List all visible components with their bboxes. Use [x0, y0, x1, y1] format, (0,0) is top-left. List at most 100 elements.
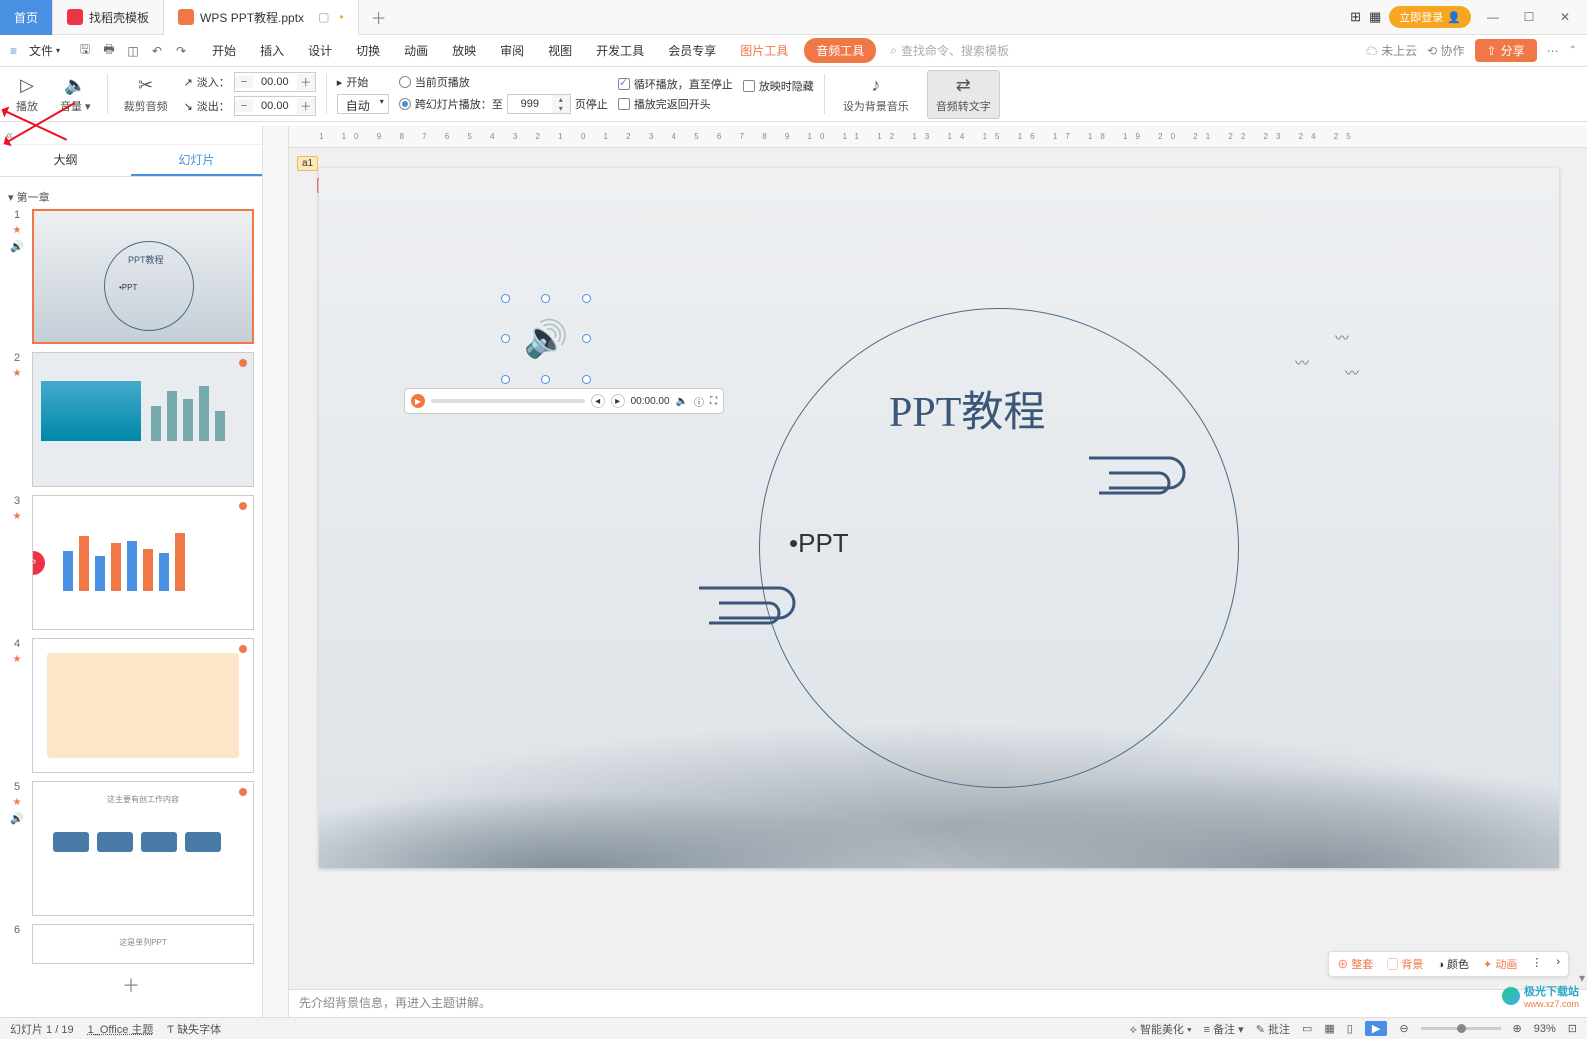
check-return[interactable]: 播放完返回开头 — [618, 96, 733, 112]
thumb-2[interactable] — [32, 352, 254, 487]
zoom-value[interactable]: 93% — [1534, 1023, 1556, 1035]
zoom-in-icon[interactable]: ⊕ — [1513, 1022, 1522, 1035]
left-tab-slides[interactable]: 幻灯片 — [131, 145, 262, 176]
ribbon-trim[interactable]: ✂裁剪音频 — [118, 75, 174, 114]
radio-current-page[interactable]: 当前页播放 — [399, 74, 608, 90]
menu-transition[interactable]: 切换 — [348, 38, 388, 63]
menu-review[interactable]: 审阅 — [492, 38, 532, 63]
thumb-4[interactable] — [32, 638, 254, 773]
float-suite[interactable]: ⊕ 整套 — [1337, 956, 1373, 972]
player-next-icon[interactable]: ▸ — [611, 394, 625, 408]
notes-pane[interactable]: 先介绍背景信息，再进入主题讲解。 — [289, 989, 1587, 1017]
audio-object[interactable]: 🔊 — [505, 298, 587, 380]
start-select[interactable]: 自动▾ — [337, 94, 389, 114]
qat-undo-icon[interactable]: ↶ — [148, 42, 166, 60]
close-button[interactable]: ✕ — [1551, 3, 1579, 31]
status-theme[interactable]: 1_Office 主题 — [88, 1021, 154, 1037]
ribbon-volume[interactable]: 🔈音量 ▾ — [54, 75, 97, 114]
tab-templates[interactable]: 找稻壳模板 — [53, 0, 164, 35]
file-menu[interactable]: 文件▾ — [21, 40, 68, 61]
menu-vip[interactable]: 会员专享 — [660, 38, 724, 63]
view-reading-icon[interactable]: ▯ — [1347, 1022, 1353, 1035]
fadeout-spinner[interactable]: −00.00＋ — [234, 96, 316, 116]
view-normal-icon[interactable]: ▭ — [1302, 1022, 1312, 1035]
zoom-out-icon[interactable]: ⊖ — [1399, 1022, 1408, 1035]
thumb-1[interactable]: PPT教程 •PPT — [32, 209, 254, 344]
thumb-5[interactable]: 这主要有创工作内容 — [32, 781, 254, 916]
menu-slideshow[interactable]: 放映 — [444, 38, 484, 63]
slide-canvas[interactable]: PPT教程 •PPT 〰 〰 〰 🔊 ▶ — [319, 168, 1559, 868]
tab-options-icon[interactable]: ▢ — [318, 10, 329, 24]
status-beautify[interactable]: ⟡ 智能美化 ▾ — [1130, 1021, 1192, 1037]
tab-file[interactable]: WPS PPT教程.pptx ▢ • — [164, 0, 359, 35]
zoom-slider[interactable] — [1421, 1027, 1501, 1030]
player-info-icon[interactable]: ⓘ — [694, 394, 704, 409]
fadein-spinner[interactable]: −00.00＋ — [234, 72, 316, 92]
menu-view[interactable]: 视图 — [540, 38, 580, 63]
menu-start[interactable]: 开始 — [204, 38, 244, 63]
check-hide-show[interactable]: 放映时隐藏 — [743, 78, 814, 94]
share-button[interactable]: ⇧分享 — [1475, 39, 1537, 62]
layout-icon[interactable]: ⊞ — [1350, 9, 1361, 25]
status-font[interactable]: Ƭ 缺失字体 — [167, 1021, 221, 1037]
audio-player[interactable]: ▶ ◂ ▸ 00:00.00 🔈 ⓘ ⛶ — [404, 388, 724, 414]
player-volume-icon[interactable]: 🔈 — [676, 396, 688, 407]
ruler-vertical — [263, 126, 289, 1017]
player-track[interactable] — [431, 399, 585, 403]
ppt-icon — [178, 9, 194, 25]
thumb-3[interactable]: P — [32, 495, 254, 630]
add-slide-button[interactable]: ＋ — [8, 972, 254, 998]
grid-icon[interactable]: ▦ — [1369, 9, 1381, 25]
float-bg[interactable]: ▢ 背景 — [1387, 956, 1423, 972]
left-tab-outline[interactable]: 大纲 — [0, 145, 131, 176]
float-more-icon[interactable]: ⋮ — [1531, 956, 1542, 972]
player-prev-icon[interactable]: ◂ — [591, 394, 605, 408]
anim-icon: ★ — [13, 368, 22, 379]
menu-design[interactable]: 设计 — [300, 38, 340, 63]
more-icon[interactable]: ⋯ — [1547, 44, 1559, 58]
menu-picture-tools[interactable]: 图片工具 — [732, 38, 796, 63]
view-slideshow-icon[interactable]: ▶ — [1365, 1021, 1387, 1036]
zoom-fit-icon[interactable]: ⊡ — [1568, 1022, 1577, 1035]
slide-title[interactable]: PPT教程 — [889, 378, 1045, 439]
status-notes-btn[interactable]: ≡ 备注 ▾ — [1204, 1021, 1244, 1037]
chapter-header[interactable]: ▾ 第一章 — [8, 185, 254, 209]
qat-save-icon[interactable]: 🖫 — [76, 42, 94, 60]
cross-slide-spinner[interactable]: 999▴▾ — [507, 94, 571, 114]
qat-print-icon[interactable]: 🖶 — [100, 42, 118, 60]
menu-insert[interactable]: 插入 — [252, 38, 292, 63]
status-comments-btn[interactable]: ✎ 批注 — [1256, 1021, 1290, 1037]
speaker-icon: 🔊 — [523, 316, 569, 362]
menu-icon[interactable]: ≡ — [10, 44, 17, 58]
fadeout-icon: ↘ — [184, 100, 193, 113]
ribbon-play[interactable]: ▷播放 — [10, 75, 44, 114]
comment-tag[interactable]: a1 — [297, 156, 318, 171]
ribbon-audio-to-text[interactable]: ⇄音频转文字 — [927, 70, 1000, 119]
ribbon-set-bg-music[interactable]: ♪设为背景音乐 — [835, 71, 917, 118]
thumb-6[interactable]: 这是单列PPT — [32, 924, 254, 964]
radio-cross-slide[interactable]: 跨幻灯片播放：至 999▴▾ 页停止 — [399, 94, 608, 114]
float-anim[interactable]: ✦ 动画 — [1483, 956, 1517, 972]
slide-subtitle[interactable]: •PPT — [789, 528, 849, 559]
menu-animation[interactable]: 动画 — [396, 38, 436, 63]
scroll-down-icon[interactable]: ▾ — [1579, 971, 1585, 985]
search-input[interactable]: ⌕ 查找命令、搜索模板 — [890, 42, 1009, 59]
player-expand-icon[interactable]: ⛶ — [710, 396, 717, 407]
player-play-icon[interactable]: ▶ — [411, 394, 425, 408]
qat-preview-icon[interactable]: ◫ — [124, 42, 142, 60]
float-next-icon[interactable]: › — [1556, 956, 1560, 972]
menu-audio-tools[interactable]: 音频工具 — [804, 38, 876, 63]
qat-redo-icon[interactable]: ↷ — [172, 42, 190, 60]
check-loop[interactable]: 循环播放，直至停止 — [618, 76, 733, 92]
chevron-up-icon[interactable]: ⌃ — [1569, 45, 1577, 56]
tab-home[interactable]: 首页 — [0, 0, 53, 35]
cloud-status[interactable]: ☁ 未上云 — [1366, 42, 1417, 59]
tab-add[interactable]: ＋ — [359, 5, 399, 29]
minimize-button[interactable]: — — [1479, 3, 1507, 31]
collab-button[interactable]: ⟲ 协作 — [1427, 42, 1464, 59]
view-sorter-icon[interactable]: ▦ — [1324, 1022, 1334, 1035]
menu-dev[interactable]: 开发工具 — [588, 38, 652, 63]
float-color[interactable]: ◑ 颜色 — [1437, 956, 1469, 972]
login-button[interactable]: 立即登录👤 — [1389, 6, 1471, 28]
maximize-button[interactable]: ☐ — [1515, 3, 1543, 31]
